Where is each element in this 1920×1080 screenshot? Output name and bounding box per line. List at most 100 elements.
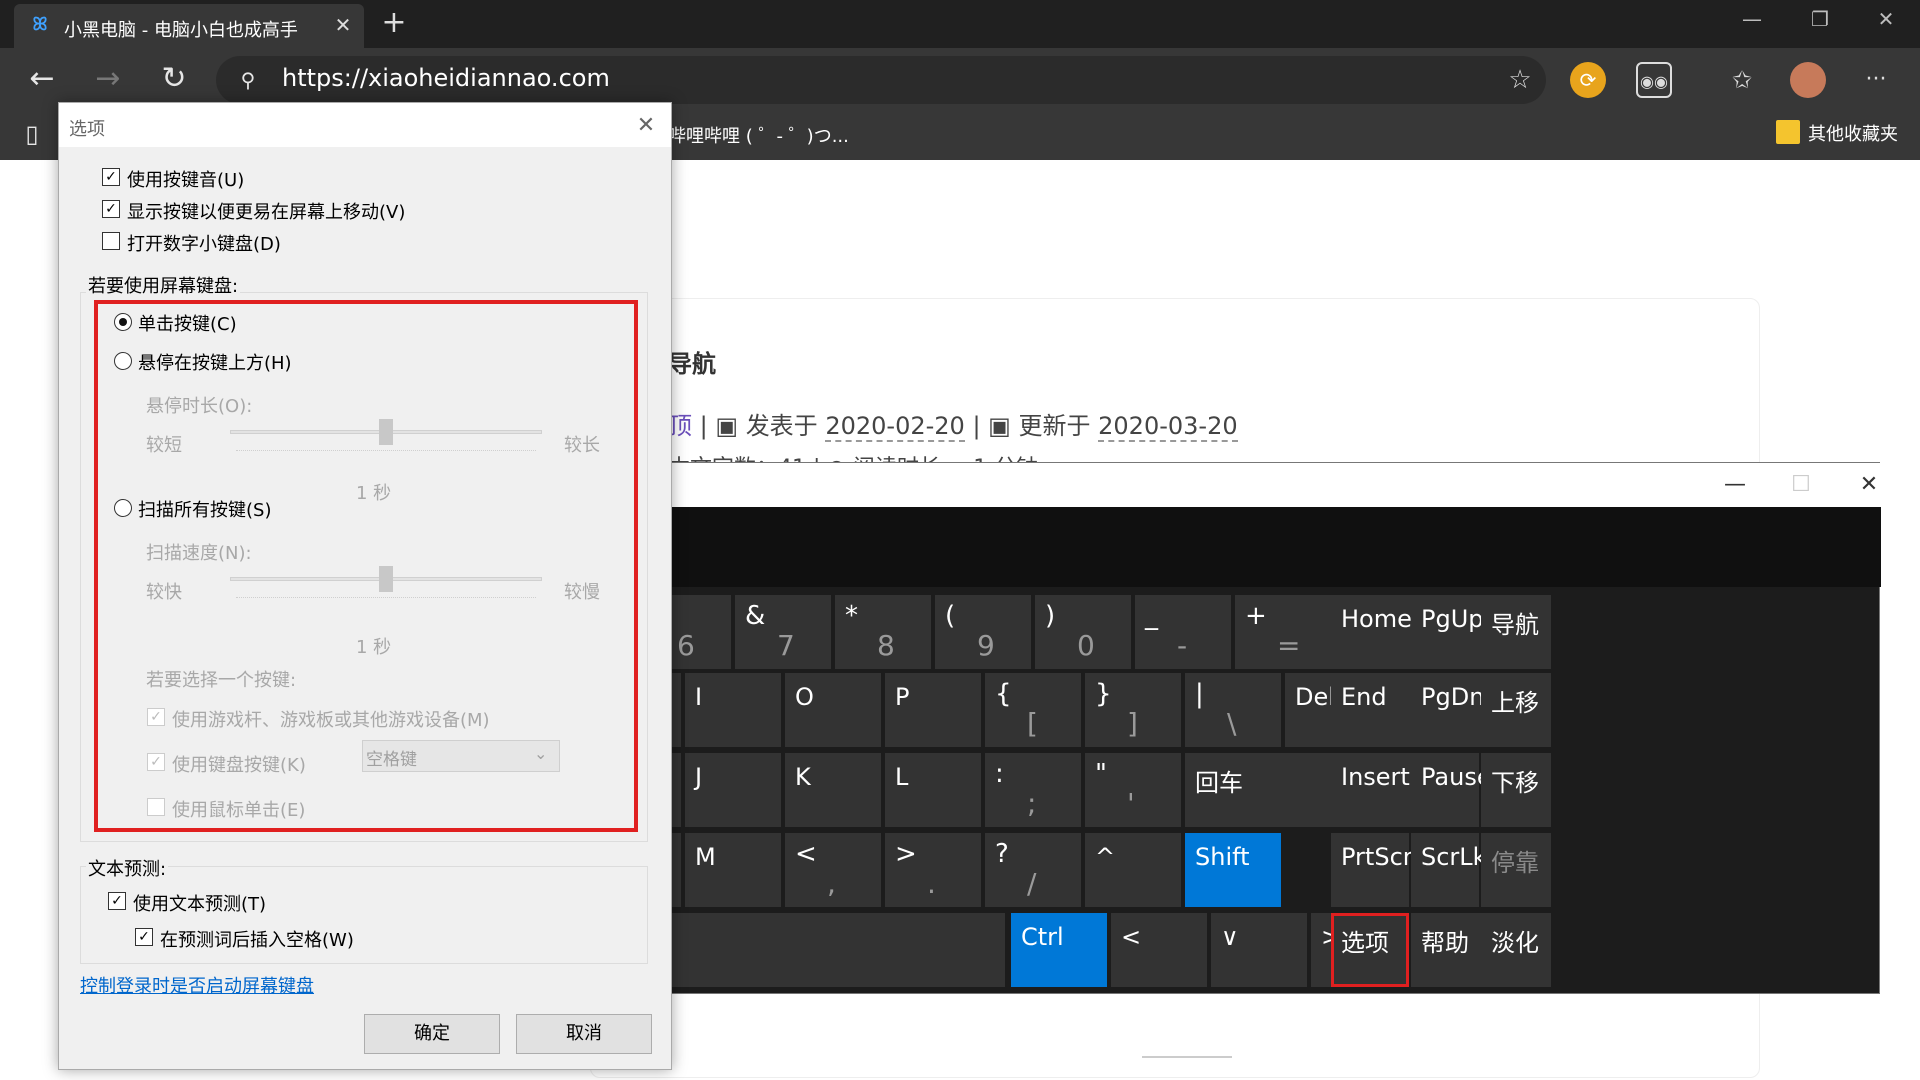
osk-minimize-icon[interactable]: — [1705,467,1765,503]
osk-key[interactable]: K [785,753,881,827]
osk-key[interactable]: :; [985,753,1081,827]
osk-nav-key[interactable]: 帮助 [1411,913,1479,987]
key-label: 选项 [1341,929,1389,957]
osk-key[interactable]: L [885,753,981,827]
osk-nav-key[interactable]: Insert [1331,753,1410,827]
lock-icon[interactable]: ⚲ [236,66,260,94]
osk-key[interactable]: ∨ [1211,913,1307,987]
key-shift-label: : [995,759,1004,789]
reading-mode-icon[interactable]: ◉◉ [1636,62,1672,98]
osk-key[interactable]: O [785,673,881,747]
osk-key[interactable]: J [685,753,781,827]
osk-key[interactable]: + = [1235,595,1331,669]
osk-nav-key[interactable]: PgDn [1411,673,1484,747]
extension-icon[interactable]: ⟳ [1570,62,1606,98]
restore-window-icon[interactable]: ❐ [1790,4,1850,34]
key-base-label: \ [1227,707,1237,740]
osk-key[interactable]: Shift [1185,833,1281,907]
key-label: Shift [1195,843,1250,871]
minimize-window-icon[interactable]: — [1722,4,1782,34]
osk-nav-key[interactable]: 停靠 [1481,833,1551,907]
key-label: I [695,683,703,711]
osk-nav-key[interactable]: Pause [1411,753,1492,827]
osk-key[interactable]: >. [885,833,981,907]
osk-key[interactable]: {[ [985,673,1081,747]
osk-options-key[interactable]: 选项 [1331,913,1409,987]
ok-button[interactable]: 确定 [364,1014,500,1054]
osk-key[interactable]: (9 [935,595,1031,669]
url-text[interactable]: https://xiaoheidiannao.com [282,64,610,92]
numpad-checkbox[interactable] [102,232,120,250]
osk-key[interactable]: " ' [1085,753,1181,827]
key-base-label: / [1027,867,1037,900]
insert-space-checkbox[interactable]: ✓ [135,928,153,946]
new-tab-button[interactable]: + [378,8,410,40]
key-base-label: ] [1127,707,1138,740]
numpad-label[interactable]: 打开数字小键盘(D) [127,230,281,256]
folder-icon[interactable] [1776,120,1800,144]
key-base-label: = [1277,629,1301,662]
key-label: 下移 [1491,769,1539,797]
osk-key[interactable]: ? / [985,833,1081,907]
dialog-close-icon[interactable]: ✕ [631,111,661,141]
browser-menu-icon[interactable]: ··· [1858,62,1894,98]
osk-prediction-band [549,507,1881,587]
key-label: 上移 [1491,689,1539,717]
logon-settings-link[interactable]: 控制登录时是否启动屏幕键盘 [80,972,314,998]
tab-close-icon[interactable]: ✕ [332,14,354,36]
osk-key[interactable]: Ctrl [1011,913,1107,987]
osk-nav-key[interactable]: Home [1331,595,1412,669]
cancel-button[interactable]: 取消 [516,1014,652,1054]
updated-date[interactable]: 2020-03-20 [1098,412,1238,442]
published-date[interactable]: 2020-02-20 [825,412,965,442]
osk-key[interactable]: M [685,833,781,907]
key-label: PrtScn [1341,843,1418,871]
click-sound-label[interactable]: 使用按键音(U) [127,166,244,192]
osk-nav-key[interactable]: 淡化 [1481,913,1551,987]
osk-nav-key[interactable]: 导航 [1481,595,1551,669]
dialog-title-bar[interactable]: 选项 ✕ [59,103,671,147]
osk-key[interactable]: | \ [1185,673,1281,747]
osk-key[interactable]: I [685,673,781,747]
post-title[interactable]: 导航 [668,344,716,379]
osk-nav-key[interactable]: PgUp [1411,595,1484,669]
text-prediction-checkbox[interactable]: ✓ [108,892,126,910]
favorites-icon[interactable]: ✩ [1724,62,1760,98]
osk-key[interactable]: ^ [1085,833,1181,907]
osk-nav-key[interactable]: End [1331,673,1409,747]
osk-key[interactable]: < [1111,913,1207,987]
osk-nav-key[interactable]: 下移 [1481,753,1551,827]
browser-tab[interactable]: ꕤ 小黑电脑 - 电脑小白也成高手 ✕ [14,4,364,48]
osk-key[interactable]: * 8 [835,595,931,669]
osk-close-icon[interactable]: ✕ [1839,467,1899,503]
osk-nav-key[interactable]: 上移 [1481,673,1551,747]
bookmark-other-folder[interactable]: 其他收藏夹 [1808,120,1898,146]
favorite-star-icon[interactable]: ☆ [1504,64,1536,96]
osk-key[interactable]: & 7 [735,595,831,669]
key-label: Del [1295,683,1335,711]
osk-nav-key[interactable]: ScrLk [1411,833,1487,907]
refresh-button[interactable]: ↻ [154,62,194,98]
close-window-icon[interactable]: ✕ [1856,4,1916,34]
page-icon[interactable]: ▯ [18,118,46,150]
osk-key[interactable]: <, [785,833,881,907]
osk-key[interactable]: P [885,673,981,747]
osk-key[interactable]: ) 0 [1035,595,1131,669]
on-screen-keyboard: — ☐ ✕ %5^6&7*8(9)0_-+=⌫YUIOP{[}]|\DelGHJ… [548,462,1881,994]
osk-key[interactable]: _ - [1135,595,1231,669]
osk-nav-key[interactable]: PrtScn [1331,833,1418,907]
forward-button[interactable]: → [88,62,128,98]
back-button[interactable]: ← [22,62,62,98]
show-keys-label[interactable]: 显示按键以便更易在屏幕上移动(V) [127,198,405,224]
text-prediction-label[interactable]: 使用文本预测(T) [133,890,266,916]
insert-space-label[interactable]: 在预测词后插入空格(W) [160,926,354,952]
key-shift-label: " [1095,759,1107,789]
show-keys-checkbox[interactable]: ✓ [102,200,120,218]
click-sound-checkbox[interactable]: ✓ [102,168,120,186]
use-keyboard-group-title: 若要使用屏幕键盘: [86,272,241,298]
profile-avatar[interactable] [1790,62,1826,98]
osk-maximize-icon[interactable]: ☐ [1771,467,1831,503]
osk-key[interactable]: }] [1085,673,1181,747]
bookmark-bilibili[interactable]: 哔哩哔哩 ( ゜- ゜)つ... [668,122,849,148]
osk-title-bar[interactable]: — ☐ ✕ [549,463,1881,507]
